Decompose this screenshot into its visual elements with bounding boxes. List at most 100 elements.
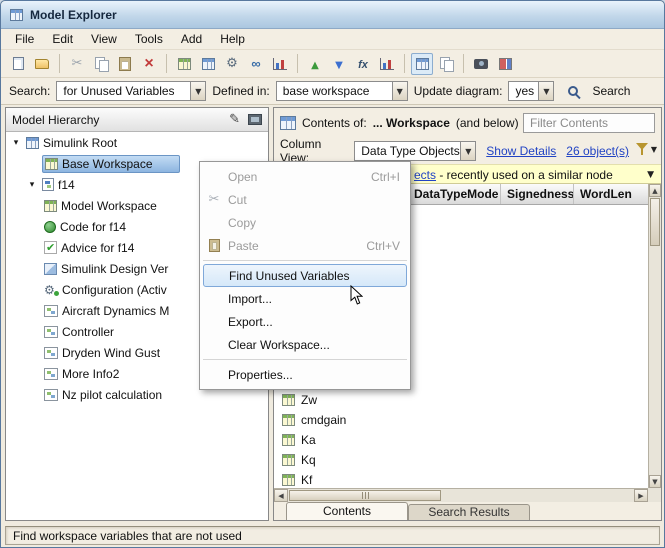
variable-grid-icon (282, 474, 295, 486)
column-view-combo[interactable]: Data Type Objects ▼ (354, 141, 477, 161)
shortcut-label: Ctrl+I (370, 169, 400, 184)
contents-of-label: Contents of: (302, 116, 367, 130)
scroll-up-arrow[interactable]: ▲ (649, 184, 661, 197)
variable-name: Ka (301, 433, 316, 447)
tree-label: Configuration (Activ (62, 282, 167, 297)
function-button[interactable] (352, 53, 374, 75)
variable-grid-icon (282, 434, 295, 446)
engine-gear-button[interactable] (221, 53, 243, 75)
edit-pencil-icon[interactable] (229, 112, 240, 127)
context-menu-item-import[interactable]: Import... (200, 287, 410, 310)
tree-label: Dryden Wind Gust (62, 345, 161, 360)
bar-chart-button[interactable] (376, 53, 398, 75)
workspace-table-button[interactable] (173, 53, 195, 75)
new-model-button[interactable] (7, 53, 29, 75)
expand-arrow-icon[interactable] (26, 179, 38, 190)
tree-label: Code for f14 (60, 219, 127, 234)
context-menu-item-cut[interactable]: Cut (200, 188, 410, 211)
tab-contents[interactable]: Contents (286, 502, 408, 520)
context-menu-item-properties[interactable]: Properties... (200, 363, 410, 386)
cut-button[interactable] (66, 53, 88, 75)
chart-button[interactable] (269, 53, 291, 75)
menu-file[interactable]: File (6, 29, 43, 49)
show-details-link[interactable]: Show Details (486, 144, 556, 158)
context-menu-item-export[interactable]: Export... (200, 310, 410, 333)
vertical-scrollbar[interactable]: ▲ ▼ (648, 184, 661, 488)
tree-item-simulink-root[interactable]: Simulink Root (6, 132, 268, 153)
object-count-link[interactable]: 26 object(s) (566, 144, 629, 158)
vertical-scroll-thumb[interactable] (650, 198, 660, 246)
scroll-left-arrow[interactable]: ◀ (274, 489, 288, 502)
table-row-ka[interactable]: Ka (274, 430, 648, 450)
table-row-zw[interactable]: Zw (274, 390, 648, 410)
subsystem-icon (44, 325, 58, 338)
model-explorer-window: Model Explorer File Edit View Tools Add … (0, 0, 665, 548)
menu-add[interactable]: Add (172, 29, 211, 49)
snapshot-icon (474, 58, 488, 69)
chevron-down-icon[interactable]: ▼ (190, 82, 206, 100)
context-menu-item-paste[interactable]: Paste Ctrl+V (200, 234, 410, 257)
context-menu-item-find-unused-variables[interactable]: Find Unused Variables (203, 264, 407, 287)
context-menu-item-copy[interactable]: Copy (200, 211, 410, 234)
horizontal-scrollbar[interactable]: ◀ ▶ (274, 488, 648, 502)
context-menu-item-open[interactable]: Open Ctrl+I (200, 165, 410, 188)
search-label: Search: (9, 84, 51, 98)
context-menu-item-clear-workspace[interactable]: Clear Workspace... (200, 333, 410, 356)
function-fx-icon (358, 57, 368, 71)
horizontal-scroll-thumb[interactable] (289, 490, 441, 501)
column-header-datatypemode[interactable]: DataTypeMode (408, 184, 501, 204)
table-row-kf[interactable]: Kf (274, 470, 648, 488)
new-model-icon (12, 57, 24, 70)
suggestion-link-fragment[interactable]: ects (414, 168, 436, 182)
chevron-down-icon[interactable]: ▼ (538, 82, 554, 100)
split-view-button[interactable] (435, 53, 457, 75)
column-header-signedness[interactable]: Signedness (501, 184, 574, 204)
code-icon (44, 220, 56, 233)
expand-arrow-icon[interactable] (10, 137, 22, 148)
snapshot-button[interactable] (470, 53, 492, 75)
copy-button[interactable] (90, 53, 112, 75)
paste-button[interactable] (114, 53, 136, 75)
scroll-right-arrow[interactable]: ▶ (634, 489, 648, 502)
banner-chevron-down-icon[interactable]: ▼ (647, 170, 654, 180)
menu-tools[interactable]: Tools (126, 29, 172, 49)
defined-in-combo[interactable]: base workspace ▼ (275, 81, 408, 101)
tree-label: Aircraft Dynamics M (62, 303, 170, 318)
tree-label: Controller (62, 324, 115, 339)
menu-view[interactable]: View (82, 29, 126, 49)
table-row-kq[interactable]: Kq (274, 450, 648, 470)
colored-grid-button[interactable] (494, 53, 516, 75)
link-library-button[interactable] (245, 53, 267, 75)
engine-gear-icon (226, 56, 238, 71)
tab-search-results[interactable]: Search Results (408, 504, 530, 520)
menu-help[interactable]: Help (211, 29, 254, 49)
chevron-down-icon[interactable]: ▼ (391, 82, 407, 100)
slide-view-icon[interactable] (248, 114, 262, 125)
import-down-button[interactable] (328, 53, 350, 75)
table-view-button[interactable] (411, 52, 433, 75)
chevron-down-icon[interactable]: ▼ (460, 142, 476, 160)
scroll-down-arrow[interactable]: ▼ (649, 475, 661, 488)
search-type-combo[interactable]: for Unused Variables ▼ (56, 81, 207, 101)
menu-edit[interactable]: Edit (43, 29, 82, 49)
contents-of-suffix: (and below) (455, 116, 519, 130)
data-table-button[interactable] (197, 53, 219, 75)
title-bar[interactable]: Model Explorer (1, 1, 664, 29)
delete-button[interactable] (138, 53, 160, 75)
model-hierarchy-title: Model Hierarchy (12, 112, 100, 127)
filter-options-button[interactable]: ▼ (635, 142, 657, 156)
export-up-button[interactable] (304, 53, 326, 75)
tree-label: Nz pilot calculation (62, 387, 163, 402)
open-button[interactable] (31, 53, 53, 75)
status-box: Find workspace variables that are not us… (5, 526, 660, 545)
model-icon (42, 178, 54, 191)
column-header-wordlen[interactable]: WordLen (574, 184, 648, 204)
variable-name: Kf (301, 473, 313, 487)
status-text: Find workspace variables that are not us… (13, 528, 242, 543)
filter-contents-input[interactable] (523, 113, 655, 133)
search-go-button[interactable] (560, 80, 586, 102)
table-row-cmdgain[interactable]: cmdgain (274, 410, 648, 430)
tree-label: Advice for f14 (61, 240, 135, 255)
suggestion-plain-text: - recently used on a similar node (436, 168, 613, 182)
update-diagram-combo[interactable]: yes ▼ (508, 81, 555, 101)
